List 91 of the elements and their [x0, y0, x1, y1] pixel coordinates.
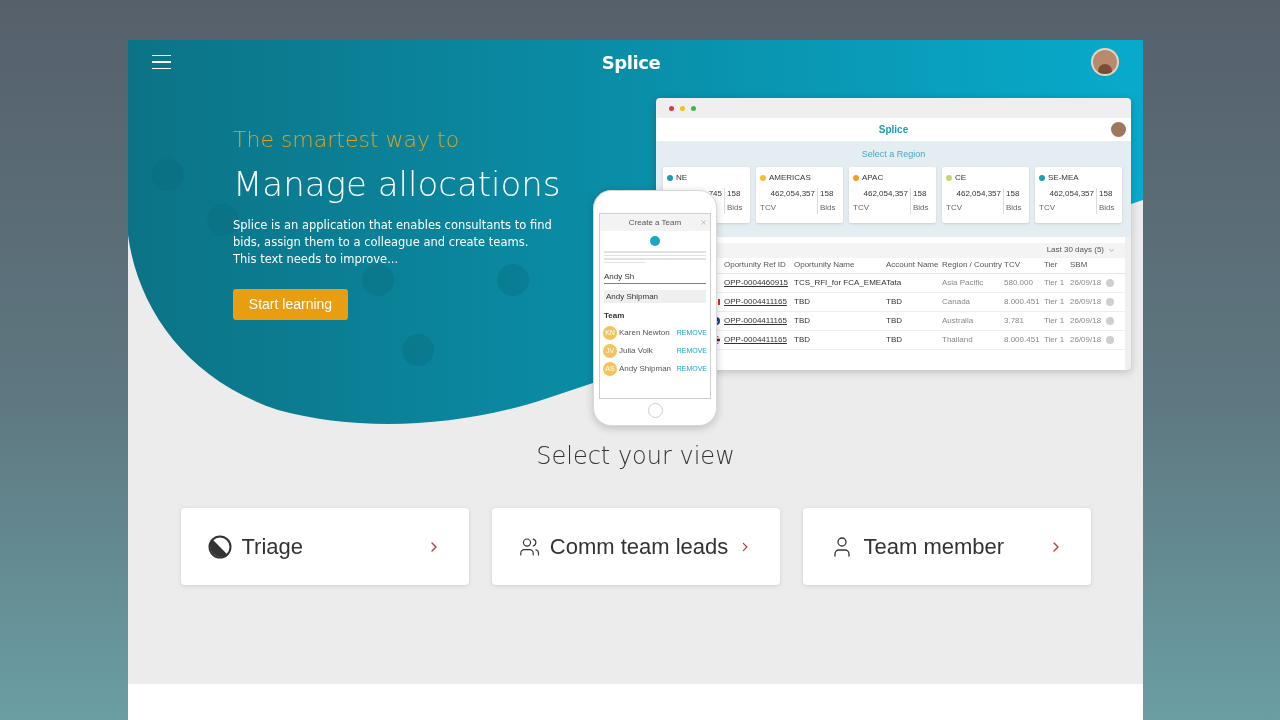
half-circle-icon [207, 534, 232, 559]
table-cell: TBD [794, 314, 810, 327]
date-filter[interactable]: Last 30 days (5) [1046, 244, 1104, 256]
table-cell: TBD [886, 314, 902, 327]
section-title: Select your view [536, 441, 735, 472]
mockup-avatar [1111, 122, 1126, 137]
column-header: Region / Country [942, 259, 1003, 271]
region-name: AMERICAS [769, 171, 811, 184]
region-tcv: 462,054,357 [1049, 187, 1094, 200]
dropdown-icon [1108, 246, 1115, 254]
table-cell: TBD [794, 333, 810, 346]
region-bids: 158 [1006, 187, 1021, 200]
table-cell: Tier 1 [1044, 314, 1065, 327]
table-cell: 26/09/18 [1070, 295, 1102, 308]
region-bids: 158 [727, 187, 742, 200]
region-heading: Select a Region [861, 148, 926, 161]
table-cell: Tier 1 [1044, 333, 1065, 346]
region-tcv: 462,054,357 [956, 187, 1001, 200]
member-name: Karen Newton [619, 327, 671, 339]
column-header: TCV [1004, 259, 1020, 271]
ref-link[interactable]: OPP-0004411165 [724, 314, 787, 327]
column-header: SBM [1070, 259, 1088, 271]
region-name: NE [676, 171, 688, 184]
view-card[interactable]: Triage [180, 508, 469, 585]
row-action-icon[interactable] [1106, 278, 1114, 287]
ref-link[interactable]: OPP-0004411165 [724, 295, 787, 308]
table-cell: 8.000.451 [1004, 333, 1040, 346]
region-tcv: 462,054,357 [770, 187, 815, 200]
member-name: Julia Volk [619, 345, 654, 357]
bids-label: Bids [1099, 201, 1115, 214]
table-cell: Thailand [942, 333, 973, 346]
bids-label: Bids [727, 201, 743, 214]
region-card[interactable]: CE 462,054,357 TCV 158 Bids [942, 166, 1029, 223]
table-cell: TCS_RFI_for FCA_EMEA [794, 276, 887, 289]
column-header: Oportunity Name [794, 259, 855, 271]
row-action-icon[interactable] [1106, 335, 1114, 344]
region-card[interactable]: APAC 462,054,357 TCV 158 Bids [849, 166, 936, 223]
bids-label: Bids [1006, 201, 1022, 214]
member-name: Andy Shipman [619, 363, 673, 375]
hero-description: Splice is an application that enables consultants to find bids, assign them to a colleague and create teams. This text needs to improve... [233, 217, 552, 268]
table-cell: 8.000.451 [1004, 295, 1040, 308]
ref-link[interactable]: OPP-0004411165 [724, 333, 787, 346]
search-field[interactable]: Andy Sh [604, 271, 706, 284]
view-card[interactable]: Team member [802, 508, 1091, 585]
region-bids: 158 [1099, 187, 1114, 200]
tcv-label: TCV [760, 201, 776, 214]
bids-label: Bids [820, 201, 836, 214]
table-cell: TBD [886, 333, 902, 346]
table-cell: Tata [886, 276, 902, 289]
ref-link[interactable]: OPP-0004460915 [724, 276, 789, 289]
table-cell: TBD [886, 295, 902, 308]
tcv-label: TCV [853, 201, 869, 214]
table-cell: 580.000 [1004, 276, 1033, 289]
table-cell: 3.781 [1004, 314, 1025, 327]
table-cell: Australia [942, 314, 974, 327]
region-card[interactable]: AMERICAS 462,054,357 TCV 158 Bids [756, 166, 843, 223]
mockup-logo: Splice [878, 123, 909, 137]
region-tcv: 462,054,357 [863, 187, 908, 200]
view-card[interactable]: Comm team leads [491, 508, 780, 585]
table-cell: TBD [794, 295, 810, 308]
region-bids: 158 [820, 187, 835, 200]
suggestion-item[interactable]: Andy Shipman [604, 290, 706, 303]
table-cell: 26/09/18 [1070, 333, 1102, 346]
tcv-label: TCV [946, 201, 962, 214]
table-cell: 26/09/18 [1070, 276, 1102, 289]
column-header: Oportunity Ref ID [724, 259, 786, 271]
region-bids: 158 [913, 187, 928, 200]
row-action-icon[interactable] [1106, 316, 1114, 325]
row-action-icon[interactable] [1106, 297, 1114, 306]
tcv-label: TCV [1039, 201, 1055, 214]
table-cell: Tier 1 [1044, 276, 1065, 289]
team-icon [650, 236, 660, 246]
column-header: Tier [1044, 259, 1058, 271]
logo: Splice [601, 50, 661, 75]
table-cell: Canada [942, 295, 971, 308]
table-cell: Tier 1 [1044, 295, 1065, 308]
region-name: SE-MEA [1048, 171, 1079, 184]
column-header: Account Name [886, 259, 939, 271]
close-icon[interactable] [700, 219, 707, 226]
table-cell: Asia Pacific [942, 276, 984, 289]
region-card[interactable]: SE-MEA 462,054,357 TCV 158 Bids [1035, 166, 1122, 223]
hero-title: Manage allocations [233, 163, 561, 206]
menu-button[interactable] [152, 54, 171, 70]
hero-eyebrow: The smartest way to [233, 126, 460, 154]
table-cell: 26/09/18 [1070, 314, 1102, 327]
phone-title: Create a Team [628, 216, 682, 229]
region-name: CE [955, 171, 967, 184]
bids-label: Bids [913, 201, 929, 214]
region-name: APAC [862, 171, 884, 184]
region-tcv: 745 [708, 187, 722, 200]
team-heading: Team [603, 310, 626, 322]
